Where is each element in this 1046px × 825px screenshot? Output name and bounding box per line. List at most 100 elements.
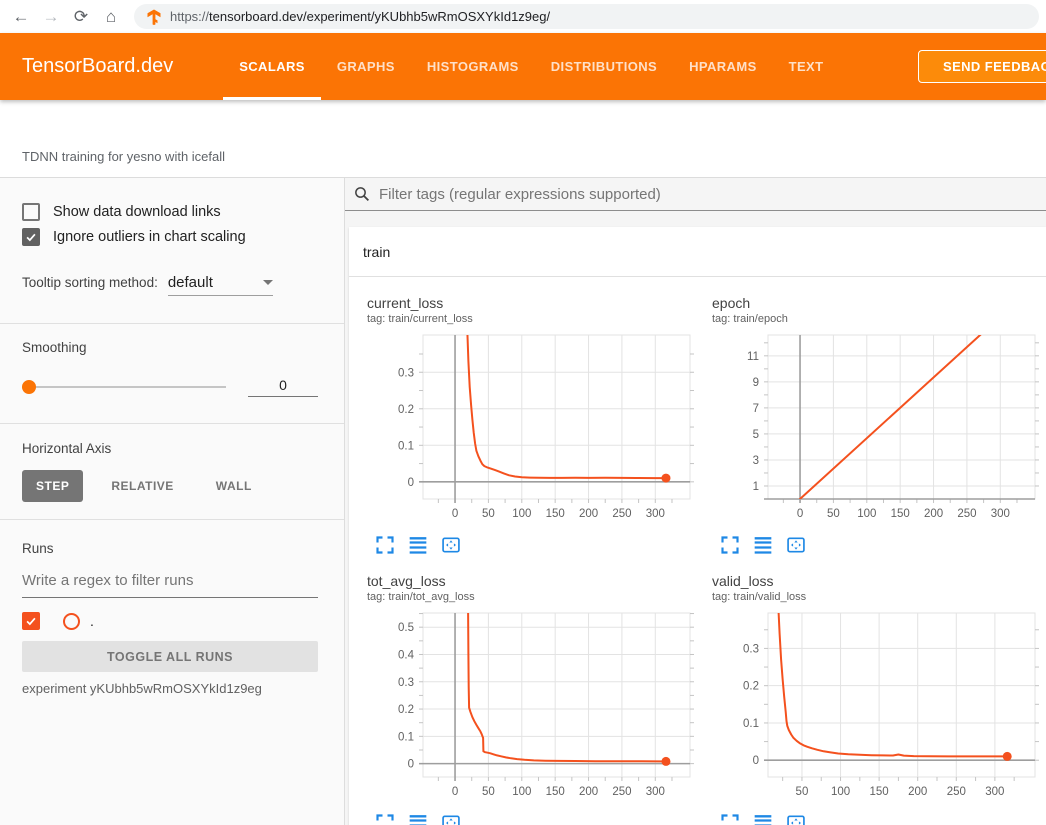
chart-tag: tag: train/epoch — [712, 313, 1045, 325]
log-scale-icon[interactable] — [753, 535, 773, 555]
tensorboard-favicon — [146, 9, 162, 25]
tab-graphs[interactable]: GRAPHS — [321, 33, 411, 100]
chart-plot-epoch[interactable]: 0501001502002503001357911 — [700, 333, 1045, 533]
chart-plot-valid_loss[interactable]: 5010015020025030000.10.20.3 — [700, 611, 1045, 811]
svg-text:200: 200 — [924, 508, 943, 520]
svg-text:100: 100 — [857, 508, 876, 520]
home-icon[interactable]: ⌂ — [96, 4, 126, 30]
tab-histograms[interactable]: HISTOGRAMS — [411, 33, 535, 100]
main-panel: train current_loss tag: train/current_los… — [345, 178, 1046, 825]
url-path: tensorboard.dev/experiment/yKUbhb5wRmOSX… — [209, 9, 550, 24]
toggle-all-runs-button[interactable]: TOGGLE ALL RUNS — [22, 641, 318, 672]
chart-tag: tag: train/tot_avg_loss — [367, 591, 700, 603]
smoothing-slider[interactable] — [22, 386, 226, 388]
chart-plot-tot_avg_loss[interactable]: 05010015020025030000.10.20.30.40.5 — [355, 611, 700, 811]
run-color-circle — [63, 613, 80, 630]
svg-text:0.3: 0.3 — [398, 677, 414, 689]
svg-text:50: 50 — [482, 508, 495, 520]
tab-scalars[interactable]: SCALARS — [223, 33, 321, 100]
svg-text:3: 3 — [753, 455, 759, 467]
ignore-outliers-checkbox[interactable]: Ignore outliers in chart scaling — [22, 228, 318, 246]
runs-label: Runs — [22, 541, 318, 556]
svg-text:300: 300 — [985, 786, 1004, 798]
svg-text:50: 50 — [482, 786, 495, 798]
train-section-header[interactable]: train — [349, 227, 1046, 277]
svg-text:0.5: 0.5 — [398, 622, 414, 634]
svg-text:0.2: 0.2 — [743, 681, 759, 693]
runs-filter-input[interactable] — [22, 568, 318, 598]
tab-distributions[interactable]: DISTRIBUTIONS — [535, 33, 673, 100]
expand-icon[interactable] — [720, 535, 740, 555]
url-text: https://tensorboard.dev/experiment/yKUbh… — [170, 9, 550, 24]
svg-text:150: 150 — [870, 786, 889, 798]
reload-icon[interactable]: ⟳ — [66, 4, 96, 30]
smoothing-label: Smoothing — [22, 340, 318, 355]
chart-tot_avg_loss: tot_avg_losstag: train/tot_avg_loss05010… — [355, 573, 700, 825]
axis-step-button[interactable]: STEP — [22, 470, 83, 502]
run-checkbox[interactable] — [22, 612, 40, 630]
axis-wall-button[interactable]: WALL — [202, 470, 266, 502]
checkbox-icon[interactable] — [22, 228, 40, 246]
axis-relative-button[interactable]: RELATIVE — [97, 470, 187, 502]
checkbox-icon[interactable] — [22, 203, 40, 221]
tooltip-sorting-dropdown[interactable]: default — [168, 274, 273, 296]
svg-text:150: 150 — [891, 508, 910, 520]
svg-text:250: 250 — [947, 786, 966, 798]
smoothing-slider-thumb[interactable] — [22, 380, 36, 394]
chart-actions — [375, 813, 700, 825]
show-download-links-label: Show data download links — [53, 204, 221, 220]
forward-icon[interactable]: → — [36, 4, 66, 30]
svg-text:0: 0 — [452, 508, 458, 520]
train-section-label: train — [363, 244, 390, 260]
charts-grid: current_losstag: train/current_loss05010… — [349, 277, 1046, 825]
svg-text:300: 300 — [646, 508, 665, 520]
expand-icon[interactable] — [720, 813, 740, 825]
settings-sidebar: Show data download links Ignore outliers… — [0, 178, 345, 825]
browser-toolbar: ← → ⟳ ⌂ https://tensorboard.dev/experime… — [0, 0, 1046, 33]
chart-valid_loss: valid_losstag: train/valid_loss501001502… — [700, 573, 1045, 825]
filter-tags-input[interactable] — [379, 186, 1038, 203]
tooltip-sorting-value: default — [168, 274, 213, 291]
svg-text:9: 9 — [753, 377, 759, 389]
fit-domain-icon[interactable] — [786, 535, 806, 555]
chart-title: tot_avg_loss — [367, 573, 700, 589]
svg-text:0.4: 0.4 — [398, 649, 415, 661]
expand-icon[interactable] — [375, 813, 395, 825]
svg-text:0: 0 — [408, 477, 414, 489]
svg-text:200: 200 — [908, 786, 927, 798]
svg-text:5: 5 — [753, 429, 759, 441]
train-card: train current_loss tag: train/current_los… — [349, 227, 1046, 825]
back-icon[interactable]: ← — [6, 4, 36, 30]
tab-hparams[interactable]: HPARAMS — [673, 33, 773, 100]
svg-text:0: 0 — [408, 759, 414, 771]
chart-actions — [720, 813, 1045, 825]
svg-text:100: 100 — [831, 786, 850, 798]
fit-domain-icon[interactable] — [441, 813, 461, 825]
chart-title: current_loss — [367, 295, 700, 311]
chart-plot-current_loss[interactable]: 05010015020025030000.10.20.3 — [355, 333, 700, 533]
ignore-outliers-label: Ignore outliers in chart scaling — [53, 229, 246, 245]
svg-text:7: 7 — [753, 403, 759, 415]
smoothing-value-input[interactable]: 0 — [248, 377, 318, 397]
chart-tag: tag: train/current_loss — [367, 313, 700, 325]
svg-text:0: 0 — [797, 508, 803, 520]
run-name: . — [90, 613, 94, 629]
expand-icon[interactable] — [375, 535, 395, 555]
svg-text:0.1: 0.1 — [398, 440, 414, 452]
log-scale-icon[interactable] — [408, 535, 428, 555]
svg-text:0.3: 0.3 — [398, 367, 414, 379]
show-download-links-checkbox[interactable]: Show data download links — [22, 203, 318, 221]
filter-tags-row — [345, 178, 1046, 211]
tooltip-sorting-label: Tooltip sorting method: — [22, 275, 158, 290]
svg-text:250: 250 — [612, 508, 631, 520]
svg-text:0.2: 0.2 — [398, 404, 414, 416]
fit-domain-icon[interactable] — [441, 535, 461, 555]
log-scale-icon[interactable] — [408, 813, 428, 825]
fit-domain-icon[interactable] — [786, 813, 806, 825]
tab-text[interactable]: TEXT — [773, 33, 840, 100]
url-bar[interactable]: https://tensorboard.dev/experiment/yKUbh… — [134, 4, 1039, 29]
send-feedback-button[interactable]: SEND FEEDBACK — [918, 50, 1046, 83]
svg-text:0.1: 0.1 — [398, 731, 414, 743]
log-scale-icon[interactable] — [753, 813, 773, 825]
experiment-subtitle: TDNN training for yesno with icefall — [22, 149, 225, 164]
